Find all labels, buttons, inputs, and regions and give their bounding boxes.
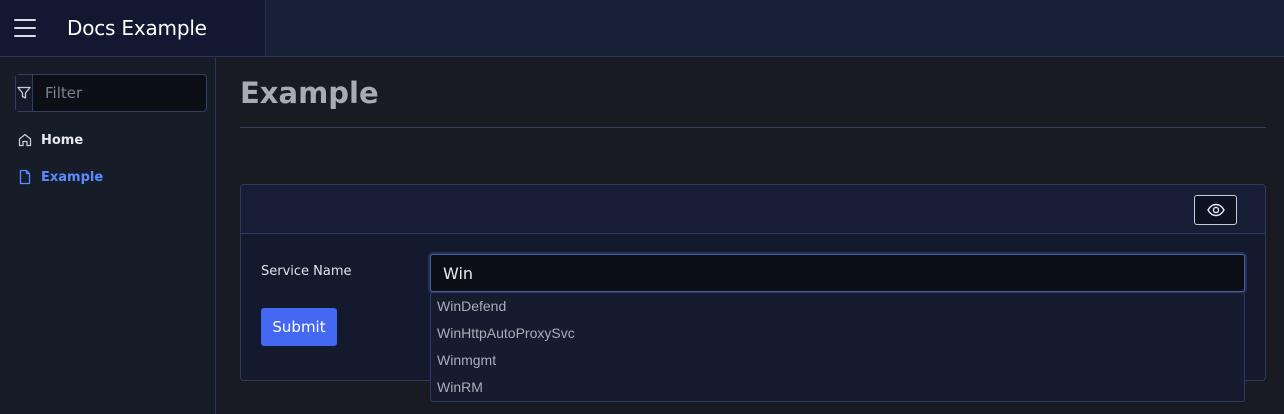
home-icon xyxy=(17,132,33,148)
sidebar-item-home[interactable]: Home xyxy=(17,129,83,151)
title-divider xyxy=(240,127,1266,128)
top-bar: Docs Example xyxy=(0,0,1284,57)
filter-input[interactable] xyxy=(33,75,239,111)
hamburger-menu-icon[interactable] xyxy=(14,18,38,38)
sidebar-item-label: Example xyxy=(41,169,104,185)
suggestion-item[interactable]: WinRM xyxy=(431,374,1244,401)
card-header xyxy=(241,185,1265,234)
sidebar: Home Example xyxy=(0,57,239,414)
eye-icon xyxy=(1206,203,1225,217)
toggle-visibility-button[interactable] xyxy=(1194,195,1237,225)
filter-icon xyxy=(16,75,33,111)
sidebar-item-example[interactable]: Example xyxy=(17,166,103,188)
suggestion-item[interactable]: Winmgmt xyxy=(431,347,1244,374)
autocomplete-dropdown: WinDefend WinHttpAutoProxySvc Winmgmt Wi… xyxy=(430,292,1245,402)
page-title: Example xyxy=(240,76,379,110)
service-name-input[interactable] xyxy=(430,254,1245,292)
suggestion-item[interactable]: WinDefend xyxy=(431,293,1244,320)
service-name-label: Service Name xyxy=(261,264,352,279)
sidebar-item-label: Home xyxy=(41,132,84,148)
app-title: Docs Example xyxy=(67,16,207,40)
submit-button[interactable]: Submit xyxy=(261,308,337,346)
brand-area: Docs Example xyxy=(0,0,266,56)
document-icon xyxy=(17,169,33,185)
suggestion-item[interactable]: WinHttpAutoProxySvc xyxy=(431,320,1244,347)
filter-box xyxy=(15,74,239,112)
